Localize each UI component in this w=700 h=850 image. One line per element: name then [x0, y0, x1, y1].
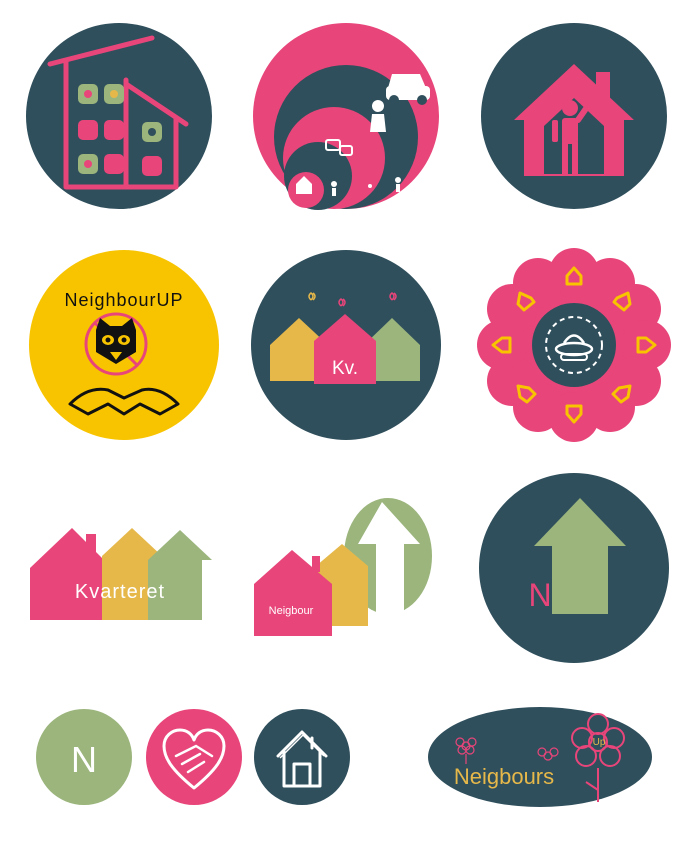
neigbours-up-flower-icon: Neigbours Up [428, 707, 652, 807]
person-in-house-icon [481, 23, 667, 209]
neigbour-label: Neigbour [269, 605, 314, 617]
kvarteret-houses-icon: Kvarteret [30, 528, 212, 620]
raccoon-handshake-icon: NeighbourUP [29, 250, 219, 440]
apartment-building-icon [26, 23, 212, 209]
neigbour-arrow-icon: Neigbour [254, 498, 432, 636]
n-letter-small: N [71, 739, 97, 780]
neighbourup-title: NeighbourUP [64, 290, 183, 310]
sketch-house-icon [254, 709, 350, 805]
neigbours-label: Neigbours [454, 764, 554, 789]
flower-ufo-icon [477, 248, 671, 442]
up-label: Up [593, 737, 606, 748]
n-circle-icon: N [36, 709, 132, 805]
n-arrow-icon: N [479, 473, 669, 663]
kvarteret-label: Kvarteret [75, 581, 165, 603]
n-letter-big: N [528, 577, 551, 613]
kv-short-label: Kv. [332, 358, 358, 379]
growth-circles-icon [253, 23, 439, 210]
kv-houses-icon: Kv. [251, 250, 441, 440]
heart-hands-icon [146, 709, 242, 805]
logo-sheet: NeighbourUP Kv. Kvarteret Neigbour N N N… [26, 23, 671, 807]
